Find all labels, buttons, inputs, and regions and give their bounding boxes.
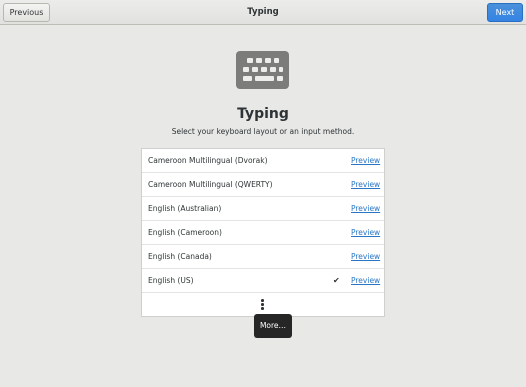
layout-row[interactable]: Cameroon Multilingual (QWERTY) Preview: [142, 173, 384, 197]
next-button[interactable]: Next: [487, 3, 523, 22]
previous-button[interactable]: Previous: [3, 3, 50, 22]
layout-row-selected[interactable]: English (US) ✔ Preview: [142, 269, 384, 293]
layout-name: Cameroon Multilingual (Dvorak): [148, 156, 268, 165]
layout-row[interactable]: Cameroon Multilingual (Dvorak) Preview: [142, 149, 384, 173]
checkmark-icon: ✔: [333, 276, 340, 285]
layout-name: English (Australian): [148, 204, 222, 213]
layout-name: Cameroon Multilingual (QWERTY): [148, 180, 273, 189]
vertical-ellipsis-icon: [261, 299, 264, 311]
header-title: Typing: [247, 7, 279, 17]
layout-name: English (US): [148, 276, 194, 285]
preview-link[interactable]: Preview: [351, 197, 380, 220]
layout-row[interactable]: English (Canada) Preview: [142, 245, 384, 269]
preview-link[interactable]: Preview: [351, 173, 380, 196]
preview-link[interactable]: Preview: [351, 269, 380, 292]
more-button[interactable]: [142, 294, 384, 316]
layout-row[interactable]: English (Cameroon) Preview: [142, 221, 384, 245]
more-tooltip: More…: [254, 314, 292, 338]
layout-list: Cameroon Multilingual (Dvorak) Preview C…: [141, 148, 385, 317]
preview-link[interactable]: Preview: [351, 149, 380, 172]
preview-link[interactable]: Preview: [351, 245, 380, 268]
header-bar: Previous Typing Next: [0, 0, 526, 25]
layout-name: English (Cameroon): [148, 228, 222, 237]
layout-name: English (Canada): [148, 252, 212, 261]
layout-row[interactable]: English (Australian) Preview: [142, 197, 384, 221]
page-subtitle: Select your keyboard layout or an input …: [171, 127, 355, 136]
page-title: Typing: [237, 106, 289, 122]
keyboard-icon: [236, 51, 289, 89]
preview-link[interactable]: Preview: [351, 221, 380, 244]
